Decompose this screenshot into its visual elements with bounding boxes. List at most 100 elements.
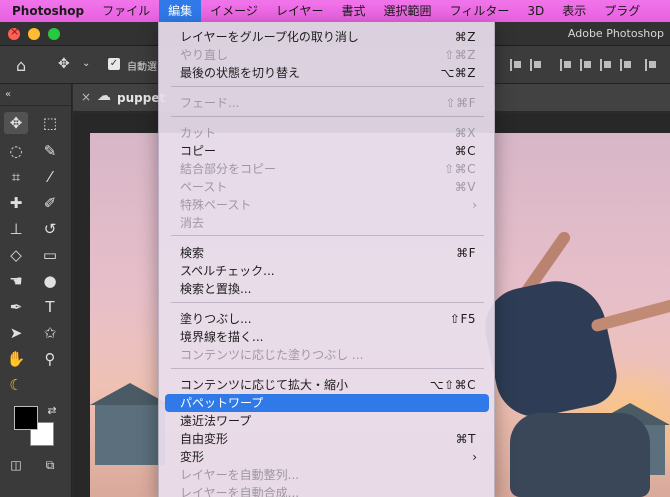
align-middle-icon[interactable]	[580, 59, 592, 71]
menu-item[interactable]: レイヤーをグループ化の取り消し ⌘Z	[165, 28, 489, 46]
menu-file[interactable]: ファイル	[93, 0, 159, 22]
eraser-tool-icon[interactable]: ◇	[4, 244, 28, 266]
crop-tool-icon[interactable]: ⌗	[4, 166, 28, 188]
menu-item[interactable]: 境界線を描く...	[165, 328, 489, 346]
menu-separator	[171, 235, 484, 236]
banana-icon[interactable]: ☾	[4, 374, 28, 396]
menu-type[interactable]: 書式	[333, 0, 375, 22]
close-document-icon[interactable]: ×	[81, 90, 91, 104]
menu-item-label: レイヤーを自動整列...	[180, 468, 300, 482]
history-brush-tool-icon[interactable]: ↺	[38, 218, 62, 240]
menu-item-shortcut: ⌘V	[454, 180, 476, 194]
menu-item-shortcut: ⌘T	[455, 432, 476, 446]
swap-colors-icon[interactable]: ⇄	[40, 400, 64, 422]
person-legs	[510, 413, 650, 497]
menu-item[interactable]: やり直し ⇧⌘Z	[165, 46, 489, 64]
screen-mode-icon[interactable]: ⧉	[38, 454, 62, 476]
home-icon[interactable]: ⌂	[16, 56, 26, 75]
zoom-window-button[interactable]	[48, 28, 60, 40]
menu-item-shortcut: ⇧⌘Z	[444, 48, 476, 62]
zoom-tool-icon[interactable]: ⚲	[38, 348, 62, 370]
menu-item[interactable]: 自由変形 ⌘T	[165, 430, 489, 448]
menu-item[interactable]: カット ⌘X	[165, 124, 489, 142]
foreground-color-swatch[interactable]	[14, 406, 38, 430]
tools-panel: « ✥ ⬚ ◌ ✎ ⌗ ⁄ ✚ ✐ ⊥ ↺ ◇ ▭ ☚ ● ✒ T ➤ ✩ ✋ …	[0, 84, 72, 497]
hand-tool-icon[interactable]: ✋	[4, 348, 28, 370]
align-bottom-icon[interactable]	[600, 59, 612, 71]
hut	[95, 405, 165, 465]
menu-item-label: 塗りつぶし...	[180, 312, 252, 326]
brush-tool-icon[interactable]: ✐	[38, 192, 62, 214]
gradient-tool-icon[interactable]: ▭	[38, 244, 62, 266]
align-top-icon[interactable]	[560, 59, 572, 71]
menu-item[interactable]: 特殊ペースト ›	[165, 196, 489, 214]
auto-select-checkbox[interactable]: ✓	[108, 58, 120, 70]
menu-item[interactable]: 消去	[165, 214, 489, 232]
menu-app-photoshop[interactable]: Photoshop	[0, 0, 93, 22]
menu-item[interactable]: 検索と置換...	[165, 280, 489, 298]
menu-item[interactable]: ペースト ⌘V	[165, 178, 489, 196]
menu-item[interactable]: コンテンツに応じた塗りつぶし ...	[165, 346, 489, 364]
chevron-right-icon: ›	[472, 198, 477, 212]
menu-item-label: 遠近法ワープ	[180, 414, 252, 428]
menu-view[interactable]: 表示	[553, 0, 595, 22]
eyedropper-tool-icon[interactable]: ⁄	[38, 166, 62, 188]
quick-mask-icon[interactable]: ◫	[4, 454, 28, 476]
menu-3d[interactable]: 3D	[518, 0, 553, 22]
menu-item-label: 変形	[180, 450, 205, 464]
menu-item-label: 検索と置換...	[180, 282, 252, 296]
menu-item[interactable]: 最後の状態を切り替え ⌥⌘Z	[165, 64, 489, 82]
menu-item-label: 結合部分をコピー	[180, 162, 277, 176]
menu-item-shortcut: ⌥⇧⌘C	[429, 378, 476, 392]
menu-filter[interactable]: フィルター	[441, 0, 519, 22]
menu-item[interactable]: レイヤーを自動合成...	[165, 484, 489, 497]
menu-item[interactable]: 結合部分をコピー ⇧⌘C	[165, 160, 489, 178]
chevron-down-icon[interactable]: ⌄	[82, 58, 90, 69]
menu-item[interactable]: コピー ⌘C	[165, 142, 489, 160]
close-window-button[interactable]	[8, 25, 20, 40]
align-left-icon[interactable]	[510, 59, 522, 71]
menu-item-label: コピー	[180, 144, 217, 158]
menu-separator	[171, 116, 484, 117]
menu-item-shortcut: ⌥⌘Z	[440, 66, 476, 80]
menu-plugins[interactable]: プラグ	[595, 0, 649, 22]
menu-item-label: スペルチェック...	[180, 264, 275, 278]
distribute-horizontal-icon[interactable]	[645, 59, 657, 71]
menu-item[interactable]: レイヤーを自動整列...	[165, 466, 489, 484]
menu-item[interactable]: 検索 ⌘F	[165, 244, 489, 262]
menu-item-shortcut: ⇧F5	[449, 312, 476, 326]
menu-item[interactable]: 塗りつぶし... ⇧F5	[165, 310, 489, 328]
collapse-panel-icon[interactable]: «	[0, 84, 71, 106]
path-selection-tool-icon[interactable]: ➤	[4, 322, 28, 344]
quick-selection-tool-icon[interactable]: ✎	[38, 140, 62, 162]
menu-item[interactable]: パペットワープ	[165, 394, 489, 412]
menu-layer[interactable]: レイヤー	[267, 0, 333, 22]
dodge-tool-icon[interactable]: ●	[38, 270, 62, 292]
menu-select[interactable]: 選択範囲	[375, 0, 441, 22]
marquee-tool-icon[interactable]: ⬚	[38, 112, 62, 134]
shape-tool-icon[interactable]: ✩	[38, 322, 62, 344]
menu-item-shortcut: ⌘C	[454, 144, 476, 158]
align-center-icon[interactable]	[530, 59, 542, 71]
menu-item[interactable]: 遠近法ワープ	[165, 412, 489, 430]
distribute-icon[interactable]	[620, 59, 632, 71]
menu-item[interactable]: スペルチェック...	[165, 262, 489, 280]
lasso-tool-icon[interactable]: ◌	[4, 140, 28, 162]
move-tool-icon[interactable]: ✥	[4, 112, 28, 134]
smudge-tool-icon[interactable]: ☚	[4, 270, 28, 292]
healing-brush-tool-icon[interactable]: ✚	[4, 192, 28, 214]
pen-tool-icon[interactable]: ✒	[4, 296, 28, 318]
clone-stamp-tool-icon[interactable]: ⊥	[4, 218, 28, 240]
menu-bar: Photoshop ファイル 編集 イメージ レイヤー 書式 選択範囲 フィルタ…	[0, 0, 670, 22]
move-tool-icon[interactable]: ✥	[58, 56, 70, 72]
minimize-window-button[interactable]	[28, 28, 40, 40]
menu-item[interactable]: フェード... ⇧⌘F	[165, 94, 489, 112]
app-title: Adobe Photoshop	[567, 27, 664, 40]
type-tool-icon[interactable]: T	[38, 296, 62, 318]
menu-edit[interactable]: 編集	[159, 0, 202, 22]
chevron-right-icon: ›	[472, 450, 477, 464]
menu-image[interactable]: イメージ	[201, 0, 267, 22]
menu-separator	[171, 86, 484, 87]
menu-item[interactable]: コンテンツに応じて拡大・縮小 ⌥⇧⌘C	[165, 376, 489, 394]
menu-item[interactable]: 変形 ›	[165, 448, 489, 466]
